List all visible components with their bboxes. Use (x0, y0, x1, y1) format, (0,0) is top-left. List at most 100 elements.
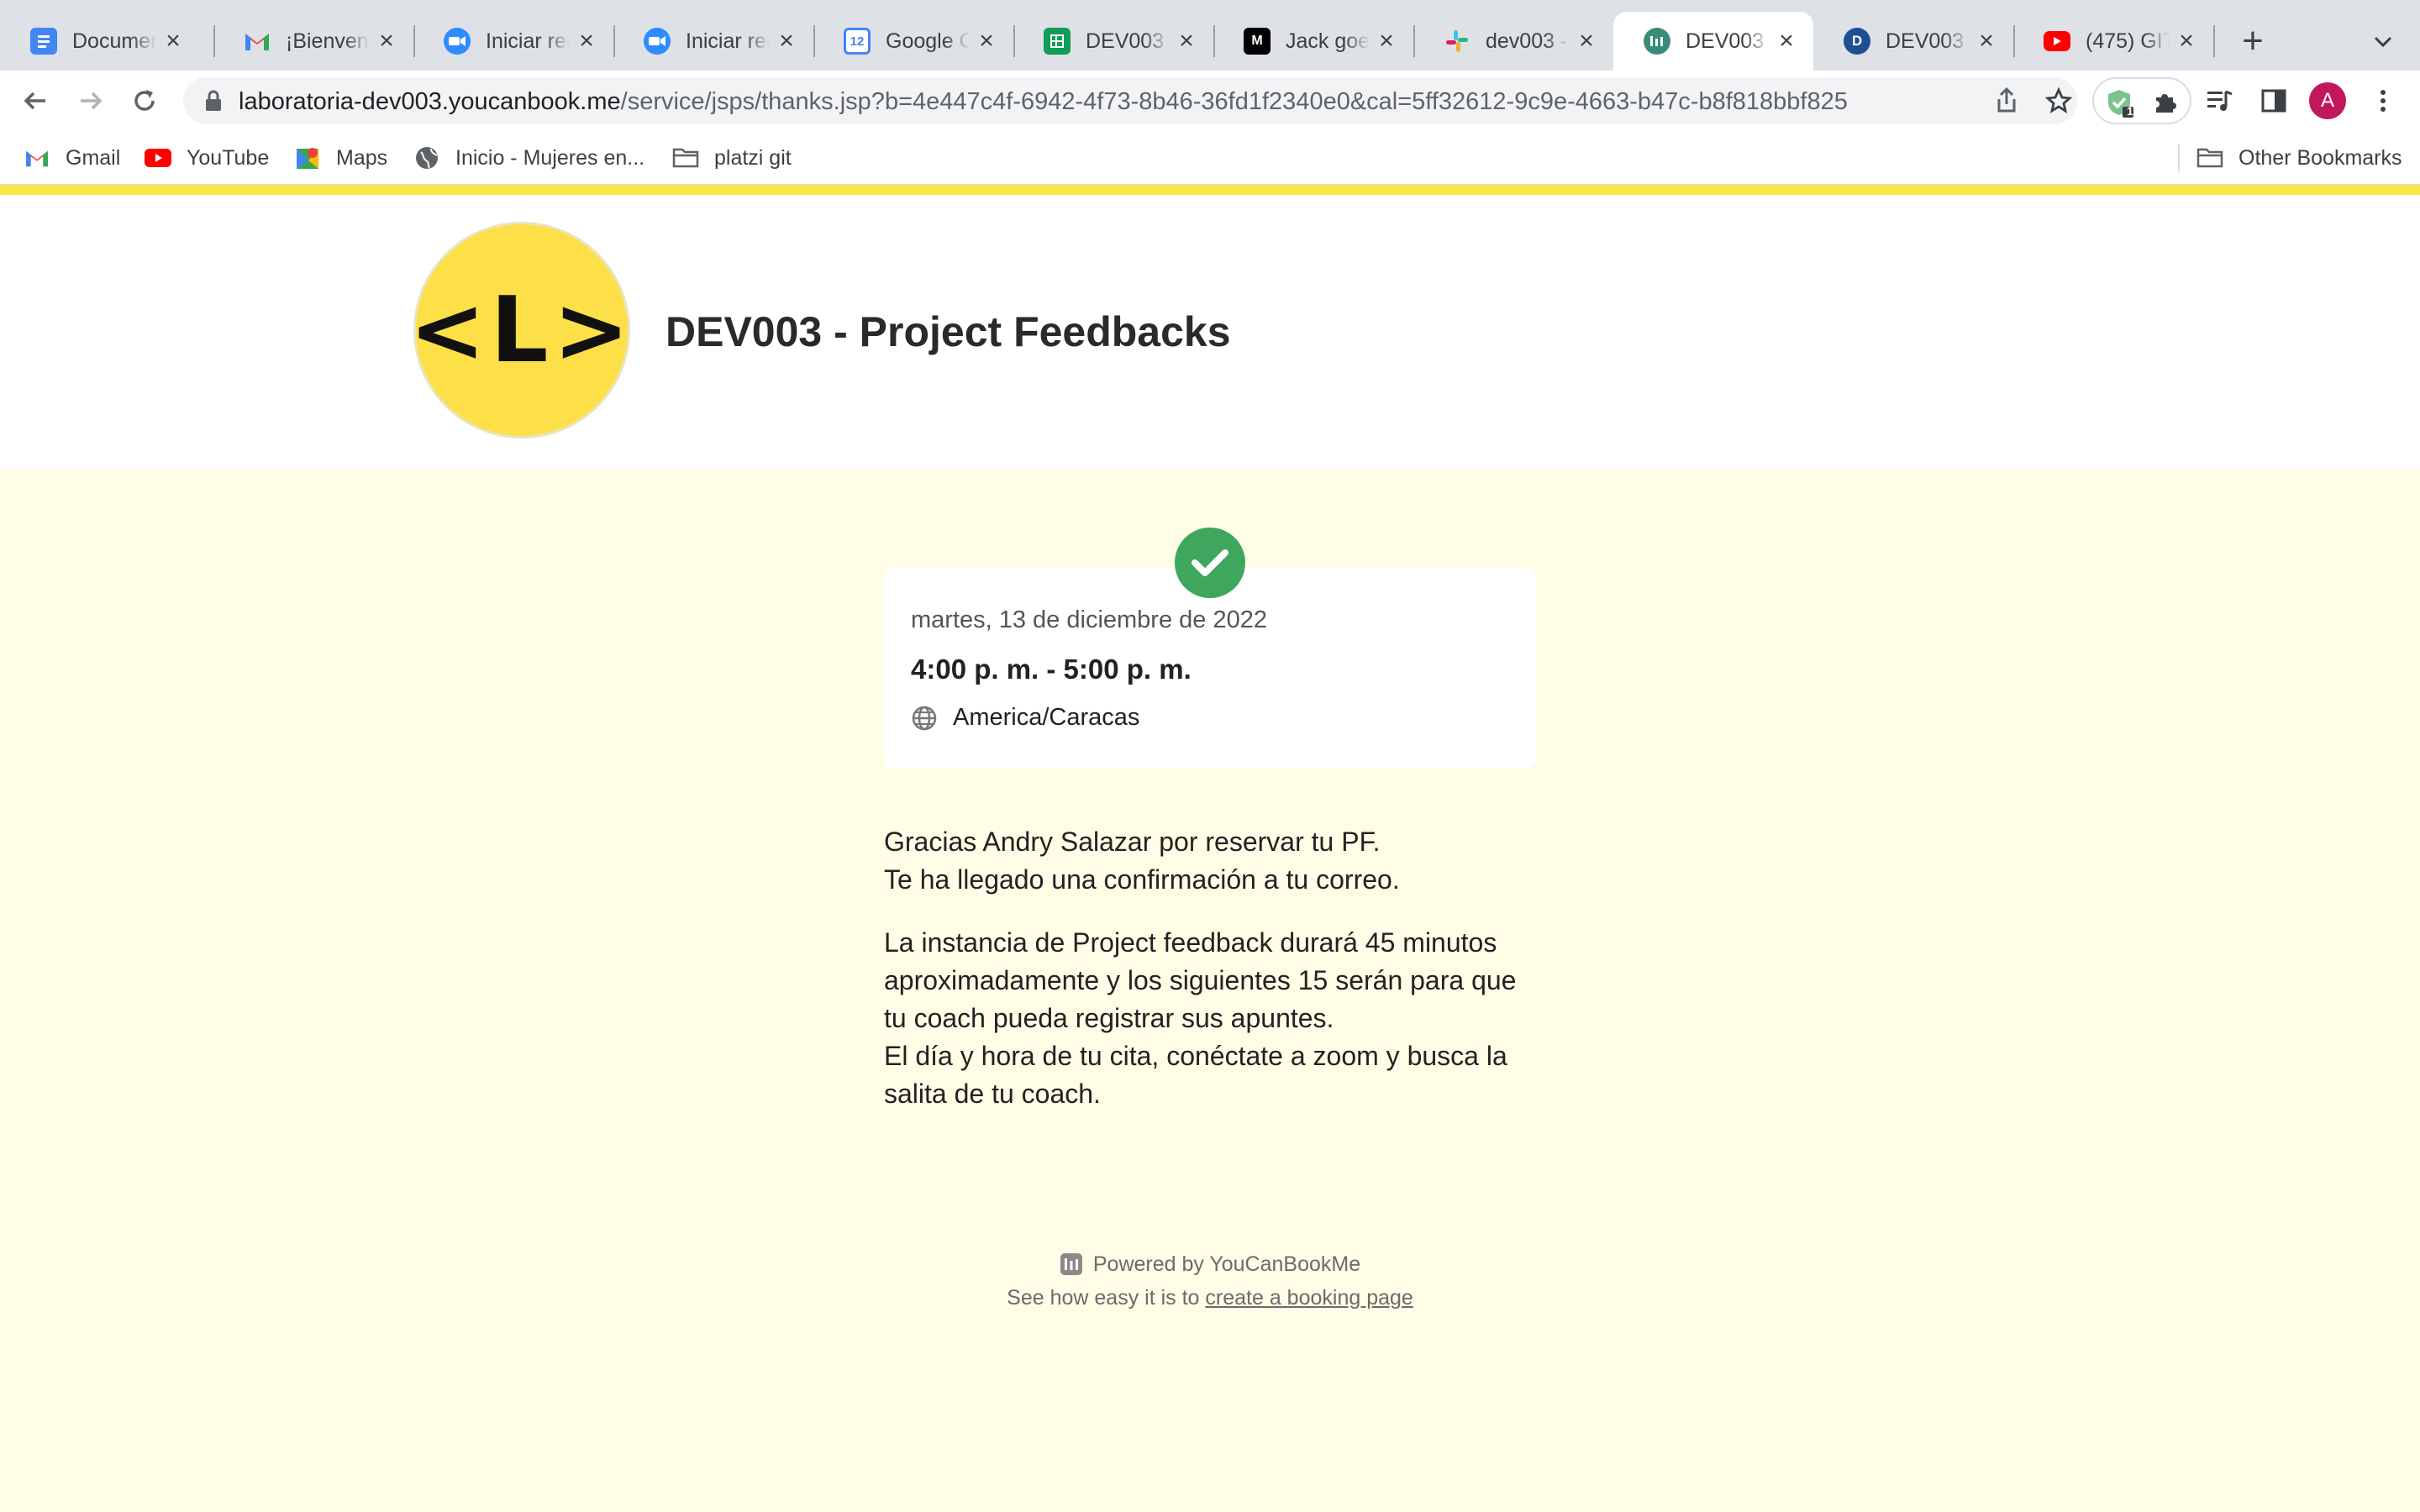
youtube-icon (2044, 31, 2070, 51)
tab-zoom-1[interactable]: Iniciar reunión × (413, 12, 613, 71)
globe-icon (912, 706, 937, 730)
confirmation-line: Te ha llegado una confirmación a tu corr… (884, 864, 1400, 895)
tab-title: DEV003 ( (1086, 29, 1170, 53)
page-title: DEV003 - Project Feedbacks (666, 308, 1231, 355)
tab-medium[interactable]: M Jack goes × (1213, 12, 1413, 71)
address-bar[interactable]: laboratoria-dev003.youcanbook.me/service… (183, 77, 2077, 124)
close-icon[interactable]: × (975, 27, 998, 55)
tab-gmail[interactable]: ¡Bienvenida! × (213, 12, 413, 71)
close-icon[interactable]: × (775, 27, 798, 55)
ycbm-icon (1060, 1253, 1082, 1275)
tab-title: Google Calendar (886, 29, 970, 53)
thanks-line: Gracias Andry Salazar por reservar tu PF… (884, 827, 1381, 857)
tab-title: Iniciar reunión (486, 29, 570, 53)
bookmark-label: platzi git (714, 145, 792, 170)
check-icon (1175, 528, 1245, 598)
new-tab-button[interactable]: + (2233, 20, 2272, 61)
tab-search-button[interactable] (2366, 25, 2400, 59)
tab-calendar[interactable]: 12 Google Calendar × (813, 12, 1013, 71)
tab-title: (475) GIT (2086, 29, 2170, 53)
forward-button[interactable] (71, 81, 111, 121)
puzzle-icon[interactable] (2149, 87, 2180, 118)
folder-icon (2196, 144, 2223, 171)
bookmark-star-icon[interactable] (2044, 86, 2074, 116)
tab-zoom-2[interactable]: Iniciar reunión × (613, 12, 813, 71)
shield-extension-icon[interactable]: 1 (2104, 87, 2134, 118)
tab-strip: Documento sin título × ¡Bienvenida! × In… (0, 0, 2420, 71)
gmail-icon (244, 28, 271, 55)
tab-title: Jack goes (1286, 29, 1370, 53)
bookmark-youtube[interactable]: YouTube (145, 143, 269, 173)
ycbm-icon (1644, 28, 1670, 55)
page-footer: Powered by YouCanBookMe See how easy it … (0, 1250, 2420, 1312)
youtube-icon (145, 144, 171, 171)
bookmark-gmail[interactable]: Gmail (24, 143, 120, 173)
url-text[interactable]: laboratoria-dev003.youcanbook.me/service… (239, 88, 1995, 116)
bookmark-mujeres[interactable]: Inicio - Mujeres en... (413, 143, 644, 173)
page-header: <L> DEV003 - Project Feedbacks (0, 195, 2420, 469)
tab-title: ¡Bienvenida! (286, 29, 370, 53)
close-icon[interactable]: × (1775, 27, 1798, 55)
gmail-icon (24, 144, 50, 171)
close-icon[interactable]: × (2175, 27, 2198, 55)
reload-button[interactable] (124, 81, 165, 121)
footer-cta: See how easy it is to create a booking p… (0, 1284, 2420, 1312)
browser-toolbar: laboratoria-dev003.youcanbook.me/service… (0, 71, 2420, 131)
other-bookmarks-label: Other Bookmarks (2238, 145, 2402, 170)
maps-icon (294, 144, 321, 171)
zoom-icon (644, 28, 671, 55)
bookmark-label: Gmail (66, 145, 121, 170)
bookmarks-bar: Gmail YouTube Maps Inicio - Mujeres en..… (0, 131, 2420, 185)
footer-cta-prefix: See how easy it is to (1007, 1286, 1200, 1310)
booking-date: martes, 13 de diciembre de 2022 (911, 606, 1267, 633)
tab-youtube[interactable]: (475) GIT × (2013, 12, 2213, 71)
tab-sheets[interactable]: DEV003 ( × (1013, 12, 1213, 71)
bookmark-label: Maps (336, 145, 388, 170)
tab-slack[interactable]: dev003 - × (1413, 12, 1613, 71)
tab-dev003-d[interactable]: D DEV003 ( × (1813, 12, 2013, 71)
other-bookmarks[interactable]: Other Bookmarks (2196, 143, 2402, 173)
extension-badge: 1 (2127, 104, 2133, 118)
share-icon[interactable] (1991, 86, 2022, 116)
bookmarks-divider (2178, 144, 2180, 171)
logo-text: <L> (409, 277, 634, 383)
url-host: laboratoria-dev003.youcanbook.me (239, 88, 621, 115)
close-icon[interactable]: × (375, 27, 398, 55)
create-booking-page-link[interactable]: create a booking page (1205, 1286, 1413, 1310)
powered-by: Powered by YouCanBookMe (1060, 1250, 1360, 1278)
tab-title: Iniciar reunión (686, 29, 770, 53)
bookmark-folder-platzi[interactable]: platzi git (672, 143, 792, 173)
reload-icon (134, 90, 155, 111)
tab-divider (2213, 25, 2215, 57)
folder-icon (672, 144, 699, 171)
close-icon[interactable]: × (1375, 27, 1398, 55)
more-menu-icon[interactable] (2368, 86, 2398, 116)
url-path: /service/jsps/thanks.jsp?b=4e447c4f-6942… (620, 88, 1848, 115)
medium-icon: M (1244, 28, 1270, 55)
close-icon[interactable]: × (161, 27, 185, 55)
side-panel-icon[interactable] (2259, 86, 2289, 116)
docs-icon (30, 28, 57, 55)
close-icon[interactable]: × (1175, 27, 1198, 55)
booking-timezone: America/Caracas (911, 704, 1139, 732)
timezone-label: America/Caracas (953, 704, 1140, 731)
extensions-area: 1 (2092, 77, 2191, 124)
close-icon[interactable]: × (575, 27, 598, 55)
tab-ycbm-active[interactable]: DEV003 - × (1613, 12, 1813, 71)
bookmark-label: Inicio - Mujeres en... (455, 145, 645, 170)
back-button[interactable] (15, 81, 55, 121)
lock-icon[interactable] (202, 89, 225, 113)
profile-avatar[interactable]: A (2309, 82, 2346, 119)
globe-icon (413, 144, 440, 171)
tab-title: DEV003 - (1686, 29, 1770, 53)
forward-arrow-icon (81, 92, 103, 110)
duration-paragraph: La instancia de Project feedback durará … (884, 927, 1517, 1033)
bookmark-maps[interactable]: Maps (294, 143, 387, 173)
bookmark-label: YouTube (187, 145, 270, 170)
zoom-icon (444, 28, 471, 55)
thanks-message: Gracias Andry Salazar por reservar tu PF… (884, 823, 1539, 899)
close-icon[interactable]: × (1975, 27, 1998, 55)
media-control-icon[interactable] (2205, 86, 2235, 116)
close-icon[interactable]: × (1575, 27, 1598, 55)
tab-docs[interactable]: Documento sin título × (0, 12, 200, 71)
